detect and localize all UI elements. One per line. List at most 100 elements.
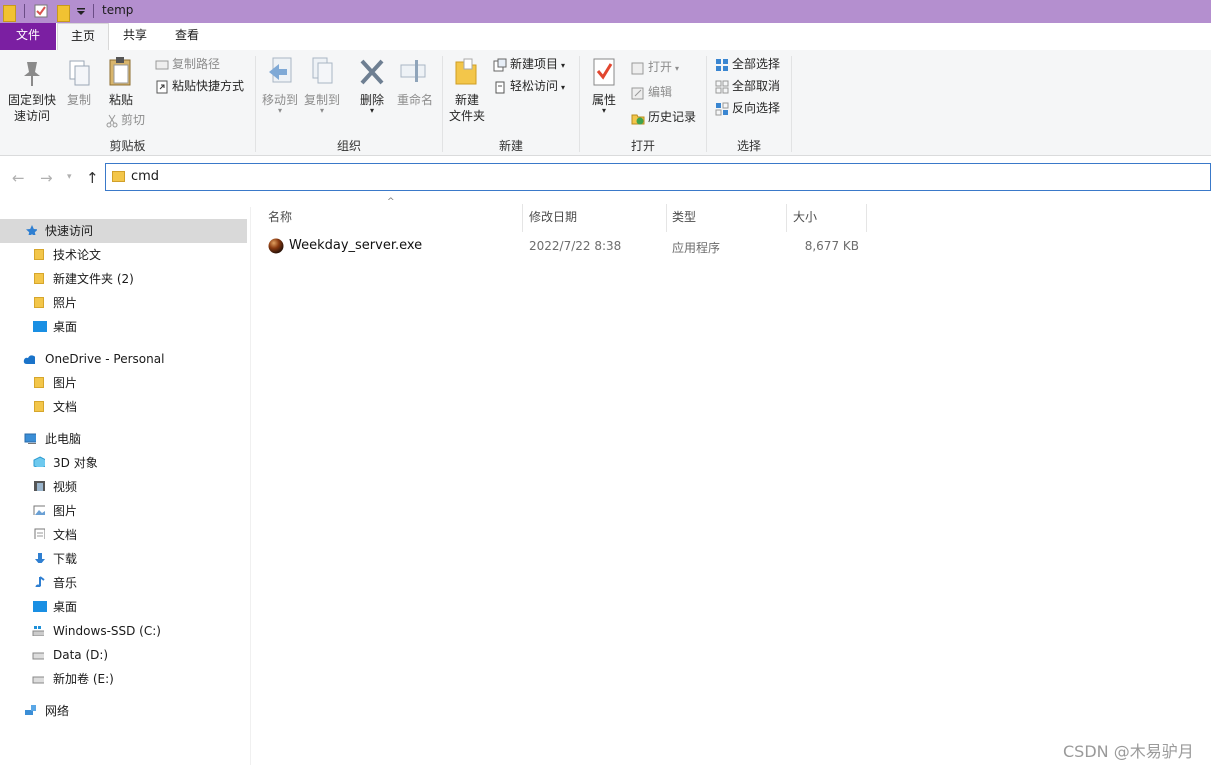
select-none-button[interactable]: 全部取消 bbox=[715, 77, 780, 95]
nav-onedrive[interactable]: OneDrive - Personal bbox=[0, 347, 247, 371]
new-folder-button[interactable]: 新建 文件夹 bbox=[446, 56, 488, 124]
open-group-label: 打开 bbox=[630, 139, 655, 153]
paste-button[interactable]: 粘贴 bbox=[100, 56, 142, 108]
cube-3d-icon bbox=[33, 456, 45, 467]
copy-to-button[interactable]: 复制到 ▾ bbox=[302, 56, 342, 115]
nav-item-drive-c[interactable]: Windows-SSD (C:) bbox=[0, 619, 247, 643]
easy-access-icon bbox=[495, 81, 505, 93]
nav-item-new-folder-2[interactable]: 新建文件夹 (2) bbox=[0, 267, 247, 291]
nav-item-downloads[interactable]: 下载 bbox=[0, 547, 247, 571]
new-item-button[interactable]: 新建项目 ▾ bbox=[493, 55, 565, 73]
invert-selection-icon bbox=[715, 102, 729, 115]
dropdown-arrow-icon: ▾ bbox=[675, 64, 680, 73]
new-folder-label: 新建 文件夹 bbox=[448, 93, 485, 123]
edit-button[interactable]: 编辑 bbox=[631, 83, 672, 101]
back-arrow-icon[interactable]: ← bbox=[12, 169, 25, 187]
open-button[interactable]: 打开 ▾ bbox=[631, 58, 679, 76]
tab-share[interactable]: 共享 bbox=[112, 23, 158, 50]
select-all-button[interactable]: 全部选择 bbox=[715, 55, 780, 73]
copy-path-button[interactable]: 复制路径 bbox=[155, 55, 220, 73]
nav-item-desktop[interactable]: 桌面 bbox=[0, 595, 247, 619]
nav-quick-access[interactable]: 快速访问 bbox=[0, 219, 247, 243]
copy-label: 复制 bbox=[66, 93, 91, 107]
nav-this-pc[interactable]: 此电脑 bbox=[0, 427, 247, 451]
nav-network[interactable]: 网络 bbox=[0, 699, 247, 723]
nav-item-desktop-quick[interactable]: 桌面 bbox=[0, 315, 247, 339]
file-list: ^ 名称 修改日期 类型 大小 Weekday_server.exe 2022/… bbox=[250, 197, 1211, 765]
nav-item-onedrive-documents[interactable]: 文档 bbox=[0, 395, 247, 419]
nav-item-drive-d[interactable]: Data (D:) bbox=[0, 643, 247, 667]
ribbon-tabs: 文件 主页 共享 查看 bbox=[0, 23, 1211, 52]
nav-item-videos[interactable]: 视频 bbox=[0, 475, 247, 499]
nav-label: 此电脑 bbox=[45, 432, 82, 446]
nav-label: Data (D:) bbox=[53, 648, 109, 662]
nav-item-drive-e[interactable]: 新加卷 (E:) bbox=[0, 667, 247, 691]
column-header-name[interactable]: 名称 bbox=[268, 208, 292, 232]
nav-label: Windows-SSD (C:) bbox=[53, 624, 161, 638]
folder-icon bbox=[3, 5, 16, 22]
properties-icon[interactable] bbox=[34, 4, 48, 19]
history-button[interactable]: 历史记录 bbox=[631, 108, 696, 126]
nav-label: 图片 bbox=[53, 376, 78, 390]
pin-quick-access-button[interactable]: 固定到快 速访问 bbox=[6, 58, 58, 124]
easy-access-button[interactable]: 轻松访问 ▾ bbox=[493, 77, 565, 95]
folder-icon bbox=[34, 377, 44, 388]
dropdown-arrow-icon: ▾ bbox=[369, 106, 374, 115]
column-divider[interactable] bbox=[786, 204, 787, 232]
nav-label: 文档 bbox=[53, 400, 78, 414]
windows-drive-icon bbox=[32, 626, 44, 636]
column-divider[interactable] bbox=[866, 204, 867, 232]
toolbar-divider bbox=[93, 4, 94, 18]
easy-access-label: 轻松访问 bbox=[510, 79, 559, 93]
new-item-icon bbox=[493, 58, 507, 71]
tab-view[interactable]: 查看 bbox=[164, 23, 210, 50]
new-folder-icon[interactable] bbox=[57, 5, 70, 22]
paste-shortcut-button[interactable]: 粘贴快捷方式 bbox=[155, 77, 244, 95]
nav-item-music[interactable]: 音乐 bbox=[0, 571, 247, 595]
address-input[interactable]: cmd bbox=[105, 163, 1211, 191]
nav-label: 新加卷 (E:) bbox=[53, 672, 114, 686]
nav-label: 新建文件夹 (2) bbox=[53, 272, 134, 286]
group-divider bbox=[791, 56, 792, 152]
new-folder-icon bbox=[455, 58, 477, 85]
forward-arrow-icon[interactable]: → bbox=[40, 169, 53, 187]
rename-button[interactable]: 重命名 bbox=[394, 56, 436, 108]
delete-button[interactable]: 删除 ▾ bbox=[354, 56, 390, 115]
invert-selection-button[interactable]: 反向选择 bbox=[715, 99, 780, 117]
recent-locations-chevron-icon[interactable]: ▾ bbox=[67, 172, 72, 182]
customize-toolbar-icon[interactable] bbox=[76, 7, 86, 22]
nav-item-tech-papers[interactable]: 技术论文 bbox=[0, 243, 247, 267]
ribbon: 固定到快 速访问 复制 粘贴 复制路径 粘贴快捷方式 剪切 剪贴板 移动到 ▾ bbox=[0, 50, 1211, 156]
select-all-label: 全部选择 bbox=[732, 57, 781, 71]
dropdown-arrow-icon: ▾ bbox=[277, 106, 282, 115]
cut-button[interactable]: 剪切 bbox=[106, 111, 145, 129]
tab-home[interactable]: 主页 bbox=[57, 23, 109, 52]
nav-label: 音乐 bbox=[53, 576, 78, 590]
nav-item-photos[interactable]: 照片 bbox=[0, 291, 247, 315]
document-icon bbox=[34, 528, 45, 539]
column-header-size[interactable]: 大小 bbox=[793, 208, 817, 232]
desktop-icon bbox=[33, 321, 47, 332]
column-header-type[interactable]: 类型 bbox=[672, 208, 696, 232]
column-divider[interactable] bbox=[666, 204, 667, 232]
column-header-date[interactable]: 修改日期 bbox=[529, 208, 577, 232]
folder-icon bbox=[34, 401, 44, 412]
up-arrow-icon[interactable]: ↑ bbox=[86, 169, 99, 187]
nav-item-3d-objects[interactable]: 3D 对象 bbox=[0, 451, 247, 475]
column-divider[interactable] bbox=[522, 204, 523, 232]
star-icon bbox=[26, 225, 37, 235]
copy-button[interactable]: 复制 bbox=[60, 58, 98, 108]
nav-label: 桌面 bbox=[53, 600, 78, 614]
nav-label: 照片 bbox=[53, 296, 78, 310]
tab-file[interactable]: 文件 bbox=[0, 23, 56, 50]
nav-item-documents[interactable]: 文档 bbox=[0, 523, 247, 547]
dropdown-arrow-icon: ▾ bbox=[561, 61, 566, 70]
invert-selection-label: 反向选择 bbox=[732, 101, 781, 115]
nav-item-pictures[interactable]: 图片 bbox=[0, 499, 247, 523]
picture-icon bbox=[33, 505, 45, 515]
pin-icon bbox=[24, 62, 40, 86]
move-to-button[interactable]: 移动到 ▾ bbox=[260, 56, 300, 115]
properties-button[interactable]: 属性 ▾ bbox=[585, 56, 623, 115]
select-group-label: 选择 bbox=[736, 139, 761, 153]
nav-item-onedrive-pictures[interactable]: 图片 bbox=[0, 371, 247, 395]
